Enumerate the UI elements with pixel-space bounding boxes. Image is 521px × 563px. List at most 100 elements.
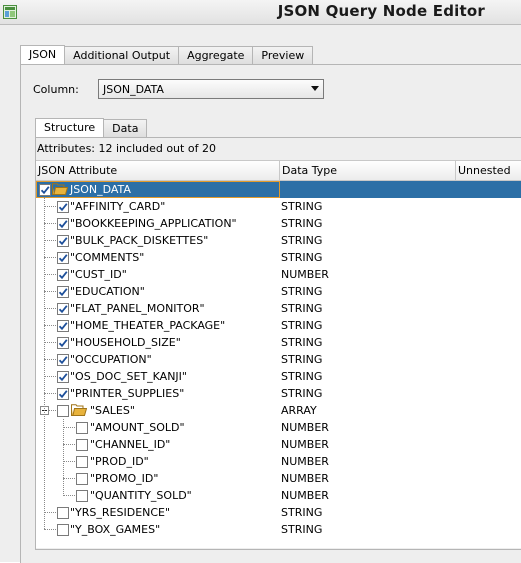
tree-connector xyxy=(63,461,75,462)
tab-preview[interactable]: Preview xyxy=(252,46,314,64)
attribute-name: "YRS_RESIDENCE" xyxy=(70,506,171,519)
data-type-cell: STRING xyxy=(281,302,323,315)
row-checkbox[interactable] xyxy=(57,405,69,417)
row-checkbox[interactable] xyxy=(76,456,88,468)
tree-connector xyxy=(63,427,75,428)
table-row[interactable]: "AFFINITY_CARD" STRING xyxy=(36,198,521,215)
table-row[interactable]: "BULK_PACK_DISKETTES" STRING xyxy=(36,232,521,249)
table-row[interactable]: "QUANTITY_SOLD" NUMBER xyxy=(36,487,521,504)
attribute-name: "HOUSEHOLD_SIZE" xyxy=(70,336,181,349)
tree-connector xyxy=(44,223,56,224)
data-type-cell: STRING xyxy=(281,217,323,230)
tree-connector xyxy=(44,512,56,513)
tree-connector xyxy=(63,478,75,479)
row-checkbox[interactable] xyxy=(57,337,69,349)
table-row[interactable]: "CHANNEL_ID" NUMBER xyxy=(36,436,521,453)
table-row[interactable]: "HOME_THEATER_PACKAGE" STRING xyxy=(36,317,521,334)
app-icon xyxy=(3,5,17,19)
attribute-tree-table: JSON Attribute Data Type Unnested JSON_D… xyxy=(36,160,521,548)
column-header-data-type[interactable]: Data Type xyxy=(280,161,456,180)
attribute-name: "BULK_PACK_DISKETTES" xyxy=(70,234,209,247)
attribute-name: "COMMENTS" xyxy=(70,251,145,264)
tree-connector xyxy=(44,376,56,377)
row-checkbox[interactable] xyxy=(57,354,69,366)
column-header-attribute[interactable]: JSON Attribute xyxy=(36,161,280,180)
row-checkbox[interactable] xyxy=(57,388,69,400)
column-selected-value: JSON_DATA xyxy=(103,83,164,96)
row-checkbox[interactable] xyxy=(57,507,69,519)
column-dropdown[interactable]: JSON_DATA xyxy=(98,79,324,99)
row-checkbox[interactable] xyxy=(57,235,69,247)
table-row[interactable]: "AMOUNT_SOLD" NUMBER xyxy=(36,419,521,436)
table-row[interactable]: JSON_DATA xyxy=(36,181,521,198)
attribute-name: "PROMO_ID" xyxy=(90,472,159,485)
attribute-name: JSON_DATA xyxy=(70,183,131,196)
row-checkbox[interactable] xyxy=(57,303,69,315)
column-label: Column: xyxy=(33,83,79,96)
tree-connector xyxy=(44,529,56,530)
data-type-cell: ARRAY xyxy=(281,404,317,417)
row-checkbox[interactable] xyxy=(57,524,69,536)
data-type-cell: STRING xyxy=(281,251,323,264)
row-checkbox[interactable] xyxy=(76,439,88,451)
title-bar: JSON Query Node Editor xyxy=(0,0,521,25)
table-row[interactable]: "CUST_ID" NUMBER xyxy=(36,266,521,283)
data-type-cell: STRING xyxy=(281,200,323,213)
table-row[interactable]: "PRINTER_SUPPLIES" STRING xyxy=(36,385,521,402)
data-type-cell: NUMBER xyxy=(281,421,329,434)
row-checkbox[interactable] xyxy=(76,490,88,502)
row-checkbox[interactable] xyxy=(57,286,69,298)
tree-connector xyxy=(44,240,56,241)
tab-aggregate[interactable]: Aggregate xyxy=(178,46,254,64)
table-row[interactable]: "EDUCATION" STRING xyxy=(36,283,521,300)
tab-json[interactable]: JSON xyxy=(20,45,66,64)
table-row[interactable]: "SALES" ARRAY xyxy=(36,402,521,419)
tree-connector xyxy=(63,444,75,445)
row-checkbox[interactable] xyxy=(76,473,88,485)
tree-connector xyxy=(63,419,64,496)
tab-data[interactable]: Data xyxy=(103,119,148,137)
folder-icon xyxy=(71,404,88,419)
table-header: JSON Attribute Data Type Unnested xyxy=(36,161,521,181)
data-type-cell: STRING xyxy=(281,387,323,400)
row-checkbox[interactable] xyxy=(57,320,69,332)
row-checkbox[interactable] xyxy=(57,252,69,264)
row-checkbox[interactable] xyxy=(57,371,69,383)
attribute-name: "AMOUNT_SOLD" xyxy=(90,421,185,434)
tree-connector xyxy=(44,325,56,326)
attribute-name: "SALES" xyxy=(90,404,135,417)
row-checkbox[interactable] xyxy=(39,184,51,196)
column-header-unnested[interactable]: Unnested xyxy=(456,161,521,180)
table-row[interactable]: "PROMO_ID" NUMBER xyxy=(36,470,521,487)
data-type-cell: STRING xyxy=(281,506,323,519)
attributes-summary: Attributes: 12 included out of 20 xyxy=(37,142,216,155)
row-checkbox[interactable] xyxy=(57,201,69,213)
table-row[interactable]: "FLAT_PANEL_MONITOR" STRING xyxy=(36,300,521,317)
tree-connector xyxy=(44,274,56,275)
tab-structure[interactable]: Structure xyxy=(35,118,105,137)
table-row[interactable]: "OCCUPATION" STRING xyxy=(36,351,521,368)
table-row[interactable]: "Y_BOX_GAMES" STRING xyxy=(36,521,521,538)
chevron-down-icon xyxy=(311,86,319,91)
main-tab-strip: JSON Additional Output Aggregate Preview xyxy=(20,45,314,65)
data-type-cell: NUMBER xyxy=(281,489,329,502)
row-checkbox[interactable] xyxy=(57,269,69,281)
data-type-cell: NUMBER xyxy=(281,438,329,451)
window-title: JSON Query Node Editor xyxy=(277,2,485,20)
row-checkbox[interactable] xyxy=(76,422,88,434)
table-row[interactable]: "HOUSEHOLD_SIZE" STRING xyxy=(36,334,521,351)
attribute-name: "CUST_ID" xyxy=(70,268,127,281)
table-row[interactable]: "PROD_ID" NUMBER xyxy=(36,453,521,470)
tree-connector xyxy=(44,257,56,258)
attribute-name: "QUANTITY_SOLD" xyxy=(90,489,192,502)
table-row[interactable]: "OS_DOC_SET_KANJI" STRING xyxy=(36,368,521,385)
table-row[interactable]: "COMMENTS" STRING xyxy=(36,249,521,266)
data-type-cell: NUMBER xyxy=(281,268,329,281)
tab-additional-output[interactable]: Additional Output xyxy=(64,46,180,64)
sub-tab-strip: Structure Data xyxy=(35,118,148,138)
attribute-name: "BOOKKEEPING_APPLICATION" xyxy=(70,217,237,230)
row-checkbox[interactable] xyxy=(57,218,69,230)
table-row[interactable]: "YRS_RESIDENCE" STRING xyxy=(36,504,521,521)
table-row[interactable]: "BOOKKEEPING_APPLICATION" STRING xyxy=(36,215,521,232)
data-type-cell: STRING xyxy=(281,319,323,332)
